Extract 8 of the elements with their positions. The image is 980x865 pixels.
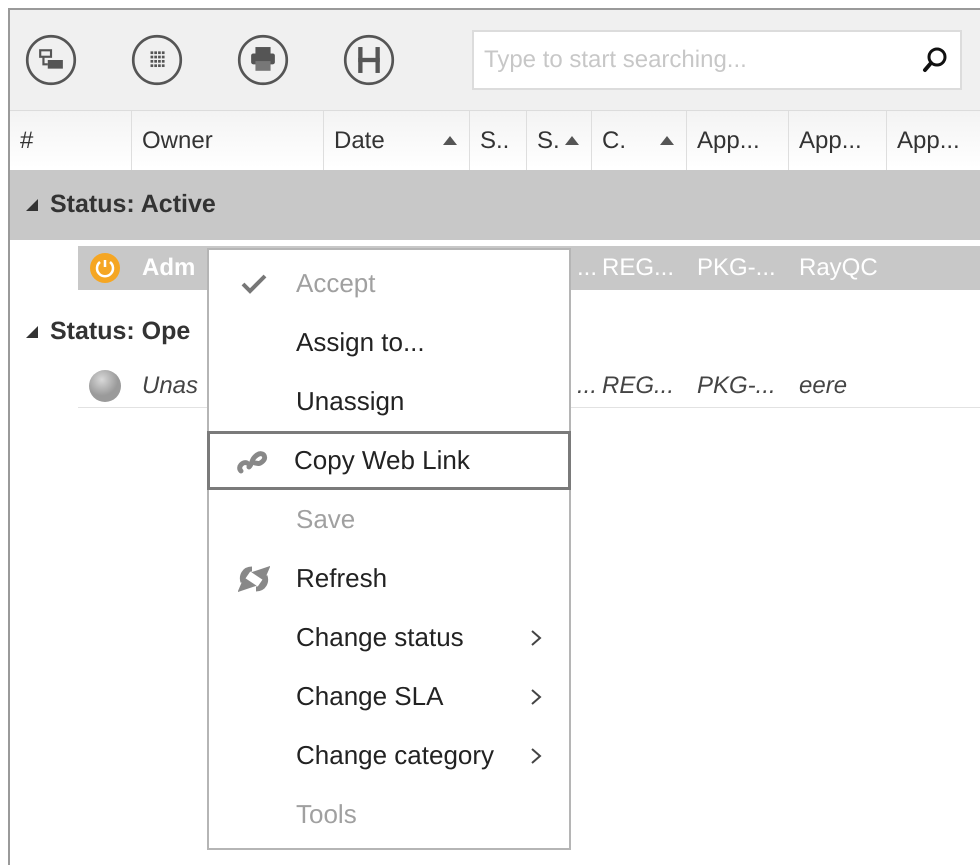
- table-cell: ...: [577, 254, 598, 281]
- table-cell: PKG-...: [697, 372, 776, 398]
- table-cell: ...: [577, 372, 598, 398]
- table-cell: REG...: [602, 372, 674, 398]
- group-label: Status: Active: [50, 189, 216, 220]
- table-cell: Unas: [142, 372, 198, 398]
- table-cell: eere: [799, 372, 848, 398]
- group-label: Status: Ope: [50, 316, 190, 348]
